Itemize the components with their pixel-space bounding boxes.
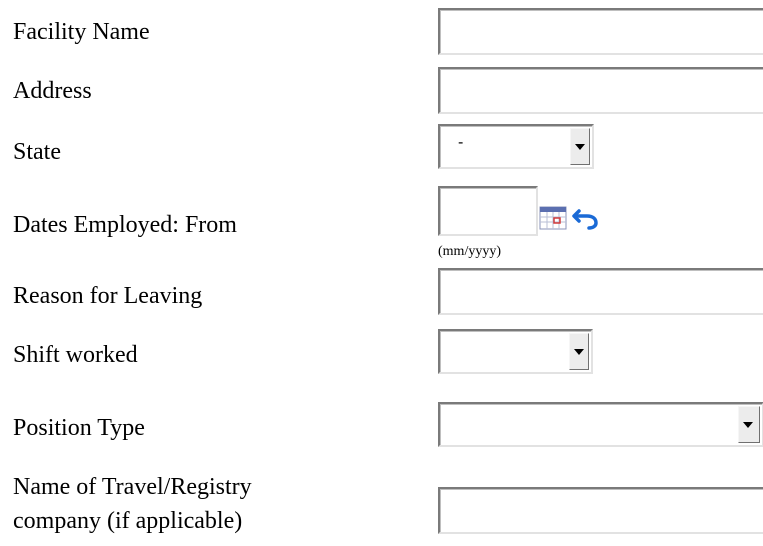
position-type-select[interactable] xyxy=(438,402,763,447)
position-type-label: Position Type xyxy=(13,415,145,441)
travel-registry-label-line1: Name of Travel/Registry xyxy=(13,474,252,500)
state-select[interactable]: - xyxy=(438,124,594,169)
dates-employed-label: Dates Employed: From xyxy=(13,212,237,238)
chevron-down-icon[interactable] xyxy=(570,128,590,165)
facility-name-input[interactable] xyxy=(438,8,763,55)
reason-for-leaving-input[interactable] xyxy=(438,268,763,315)
shift-worked-label: Shift worked xyxy=(13,342,138,368)
calendar-icon[interactable] xyxy=(539,206,567,230)
facility-name-label: Facility Name xyxy=(13,19,150,45)
date-from-input[interactable] xyxy=(438,186,538,236)
reason-for-leaving-label: Reason for Leaving xyxy=(13,283,203,309)
chevron-down-icon[interactable] xyxy=(738,406,760,443)
travel-registry-label: Name of Travel/Registry company (if appl… xyxy=(13,470,252,538)
travel-registry-label-line2: company (if applicable) xyxy=(13,508,243,534)
state-selected-value: - xyxy=(458,134,464,151)
address-input[interactable] xyxy=(438,67,763,114)
travel-registry-input[interactable] xyxy=(438,487,763,534)
chevron-down-icon[interactable] xyxy=(569,333,589,370)
shift-worked-select[interactable] xyxy=(438,329,593,374)
address-label: Address xyxy=(13,78,92,104)
date-format-hint: (mm/yyyy) xyxy=(438,244,501,259)
undo-icon[interactable] xyxy=(570,205,604,231)
state-label: State xyxy=(13,139,61,165)
